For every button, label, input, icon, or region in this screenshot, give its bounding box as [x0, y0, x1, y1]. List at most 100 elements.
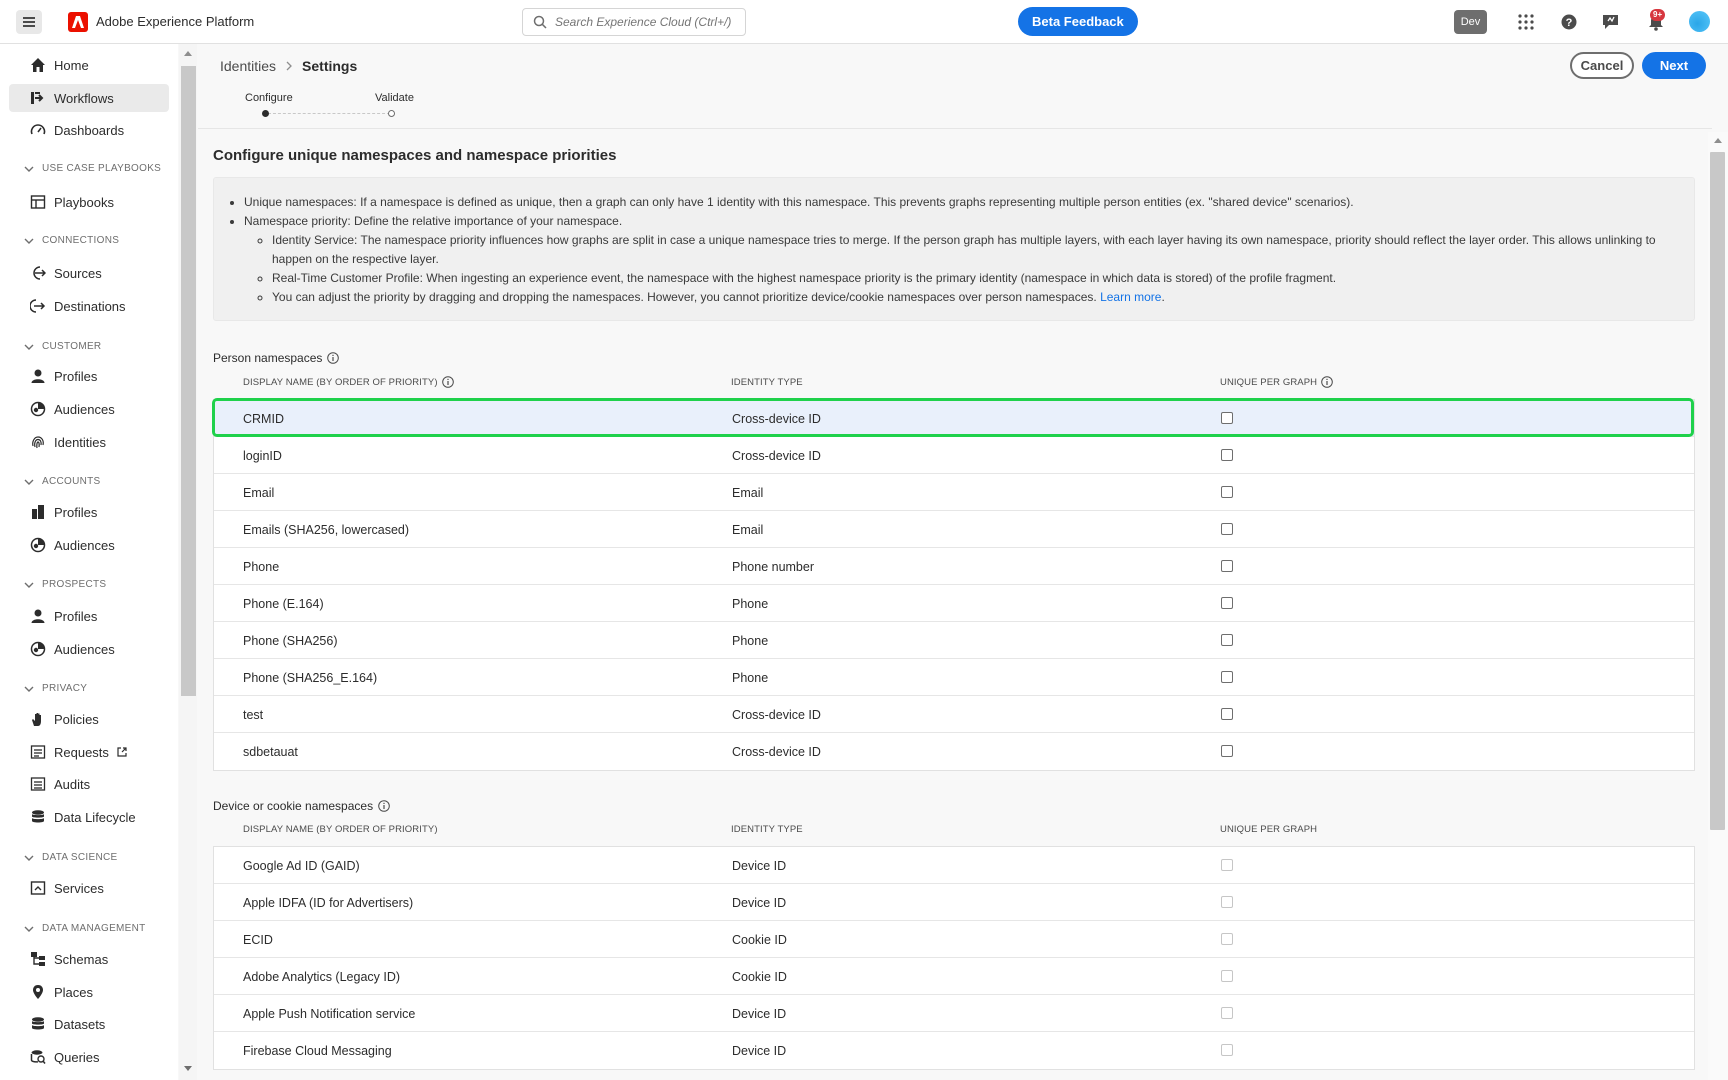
section-use-case-playbooks[interactable]: USE CASE PLAYBOOKS	[24, 163, 161, 174]
location-pin-icon	[33, 985, 43, 999]
sidebar-item-services[interactable]: Services	[9, 874, 169, 902]
info-icon[interactable]	[327, 352, 340, 364]
table-row[interactable]: Adobe Analytics (Legacy ID) Cookie ID	[214, 958, 1694, 995]
scroll-down-arrow-icon[interactable]	[183, 1066, 193, 1072]
column-display-name[interactable]: DISPLAY NAME (BY ORDER OF PRIORITY)	[243, 376, 454, 388]
sidebar-item-label: Datasets	[54, 1017, 106, 1032]
sidebar-item-policies[interactable]: Policies	[9, 705, 169, 733]
sidebar-item-playbooks[interactable]: Playbooks	[9, 188, 169, 216]
identity-type: Phone	[732, 671, 769, 685]
table-row[interactable]: Email Email	[214, 474, 1694, 511]
breadcrumb-identities-link[interactable]: Identities	[220, 58, 276, 74]
apps-grid-icon[interactable]	[1516, 12, 1536, 32]
sidebar-item-dashboards[interactable]: Dashboards	[9, 116, 169, 144]
sidebar-item-workflows[interactable]: Workflows	[9, 84, 169, 112]
column-display-name[interactable]: DISPLAY NAME (BY ORDER OF PRIORITY)	[243, 824, 438, 835]
adobe-logo[interactable]	[68, 12, 88, 32]
table-row[interactable]: Phone (E.164) Phone	[214, 585, 1694, 622]
table-row[interactable]: Google Ad ID (GAID) Device ID	[214, 847, 1694, 884]
table-row[interactable]: Emails (SHA256, lowercased) Email	[214, 511, 1694, 548]
unique-checkbox[interactable]	[1221, 745, 1233, 757]
table-row[interactable]: Phone (SHA256_E.164) Phone	[214, 659, 1694, 696]
chevron-right-icon	[286, 61, 292, 71]
environment-badge[interactable]: Dev	[1454, 10, 1487, 34]
sidebar-item-audits[interactable]: Audits	[9, 770, 169, 798]
search-input[interactable]	[555, 15, 735, 29]
info-unique-namespaces: Unique namespaces: If a namespace is def…	[244, 193, 1678, 212]
unique-checkbox[interactable]	[1221, 671, 1233, 683]
table-row[interactable]: test Cross-device ID	[214, 696, 1694, 733]
sidebar-item-customer-audiences[interactable]: Audiences	[9, 395, 169, 423]
info-icon[interactable]	[441, 376, 454, 388]
unique-checkbox[interactable]	[1221, 486, 1233, 498]
table-row[interactable]: Phone Phone number	[214, 548, 1694, 585]
section-prospects[interactable]: PROSPECTS	[24, 579, 106, 590]
feedback-icon[interactable]	[1601, 12, 1621, 32]
sidebar-item-label: Destinations	[54, 299, 126, 314]
avatar[interactable]	[1689, 11, 1710, 32]
sidebar-item-places[interactable]: Places	[9, 978, 169, 1006]
section-privacy[interactable]: PRIVACY	[24, 683, 87, 694]
unique-checkbox[interactable]	[1221, 708, 1233, 720]
cancel-button[interactable]: Cancel	[1570, 52, 1634, 79]
table-row[interactable]: Apple Push Notification service Device ID	[214, 995, 1694, 1032]
identity-type: Phone	[732, 634, 769, 648]
step-configure-label: Configure	[245, 92, 293, 104]
info-icon[interactable]	[1321, 376, 1333, 388]
sidebar-item-prospects-audiences[interactable]: Audiences	[9, 635, 169, 663]
unique-checkbox[interactable]	[1221, 597, 1233, 609]
help-icon[interactable]: ?	[1559, 12, 1579, 32]
unique-checkbox[interactable]	[1221, 560, 1233, 572]
sidebar-item-destinations[interactable]: Destinations	[9, 292, 169, 320]
column-unique-per-graph[interactable]: UNIQUE PER GRAPH	[1220, 824, 1317, 835]
scroll-up-arrow-icon[interactable]	[183, 50, 193, 56]
search-field[interactable]	[522, 8, 746, 36]
table-row[interactable]: Firebase Cloud Messaging Device ID	[214, 1032, 1694, 1069]
section-data-management[interactable]: DATA MANAGEMENT	[24, 923, 146, 934]
unique-checkbox[interactable]	[1221, 412, 1233, 424]
table-row[interactable]: loginID Cross-device ID	[214, 437, 1694, 474]
column-identity-type[interactable]: IDENTITY TYPE	[731, 377, 803, 388]
next-button[interactable]: Next	[1642, 52, 1706, 79]
sidebar-item-prospects-profiles[interactable]: Profiles	[9, 602, 169, 630]
section-data-science[interactable]: DATA SCIENCE	[24, 852, 117, 863]
namespace-name: loginID	[243, 449, 282, 463]
sidebar-item-label: Requests	[54, 745, 127, 760]
unique-checkbox[interactable]	[1221, 449, 1233, 461]
sidebar-item-requests[interactable]: Requests	[9, 738, 169, 766]
sidebar-item-accounts-profiles[interactable]: Profiles	[9, 498, 169, 526]
sidebar-item-customer-profiles[interactable]: Profiles	[9, 362, 169, 390]
beta-feedback-button[interactable]: Beta Feedback	[1018, 7, 1138, 36]
info-icon[interactable]	[378, 800, 390, 812]
table-row[interactable]: Apple IDFA (ID for Advertisers) Device ID	[214, 884, 1694, 921]
sidebar-item-data-lifecycle[interactable]: Data Lifecycle	[9, 803, 169, 831]
sidebar-item-datasets[interactable]: Datasets	[9, 1010, 169, 1038]
sidebar-scroll-thumb[interactable]	[181, 66, 196, 696]
column-unique-per-graph[interactable]: UNIQUE PER GRAPH	[1220, 376, 1333, 388]
menu-icon[interactable]	[16, 10, 42, 34]
svg-text:?: ?	[1566, 17, 1573, 29]
sidebar-item-accounts-audiences[interactable]: Audiences	[9, 531, 169, 559]
unique-checkbox[interactable]	[1221, 523, 1233, 535]
requests-icon	[30, 745, 46, 759]
app-title[interactable]: Adobe Experience Platform	[96, 14, 254, 29]
unique-checkbox[interactable]	[1221, 634, 1233, 646]
main-scroll-thumb[interactable]	[1710, 152, 1725, 830]
table-row[interactable]: CRMID Cross-device ID	[214, 400, 1694, 437]
table-row[interactable]: ECID Cookie ID	[214, 921, 1694, 958]
identity-type: Cross-device ID	[732, 745, 821, 759]
section-accounts[interactable]: ACCOUNTS	[24, 476, 101, 487]
sidebar-item-sources[interactable]: Sources	[9, 259, 169, 287]
table-row[interactable]: Phone (SHA256) Phone	[214, 622, 1694, 659]
chevron-down-icon	[24, 479, 34, 485]
sidebar-item-identities[interactable]: Identities	[9, 428, 169, 456]
section-connections[interactable]: CONNECTIONS	[24, 235, 119, 246]
sidebar-item-home[interactable]: Home	[9, 51, 169, 79]
column-identity-type[interactable]: IDENTITY TYPE	[731, 824, 803, 835]
section-customer[interactable]: CUSTOMER	[24, 341, 101, 352]
table-row[interactable]: sdbetauat Cross-device ID	[214, 733, 1694, 770]
scroll-up-arrow-icon[interactable]	[1713, 137, 1723, 143]
sidebar-item-schemas[interactable]: Schemas	[9, 945, 169, 973]
learn-more-link[interactable]: Learn more	[1100, 290, 1161, 304]
sidebar-item-queries[interactable]: Queries	[9, 1043, 169, 1071]
